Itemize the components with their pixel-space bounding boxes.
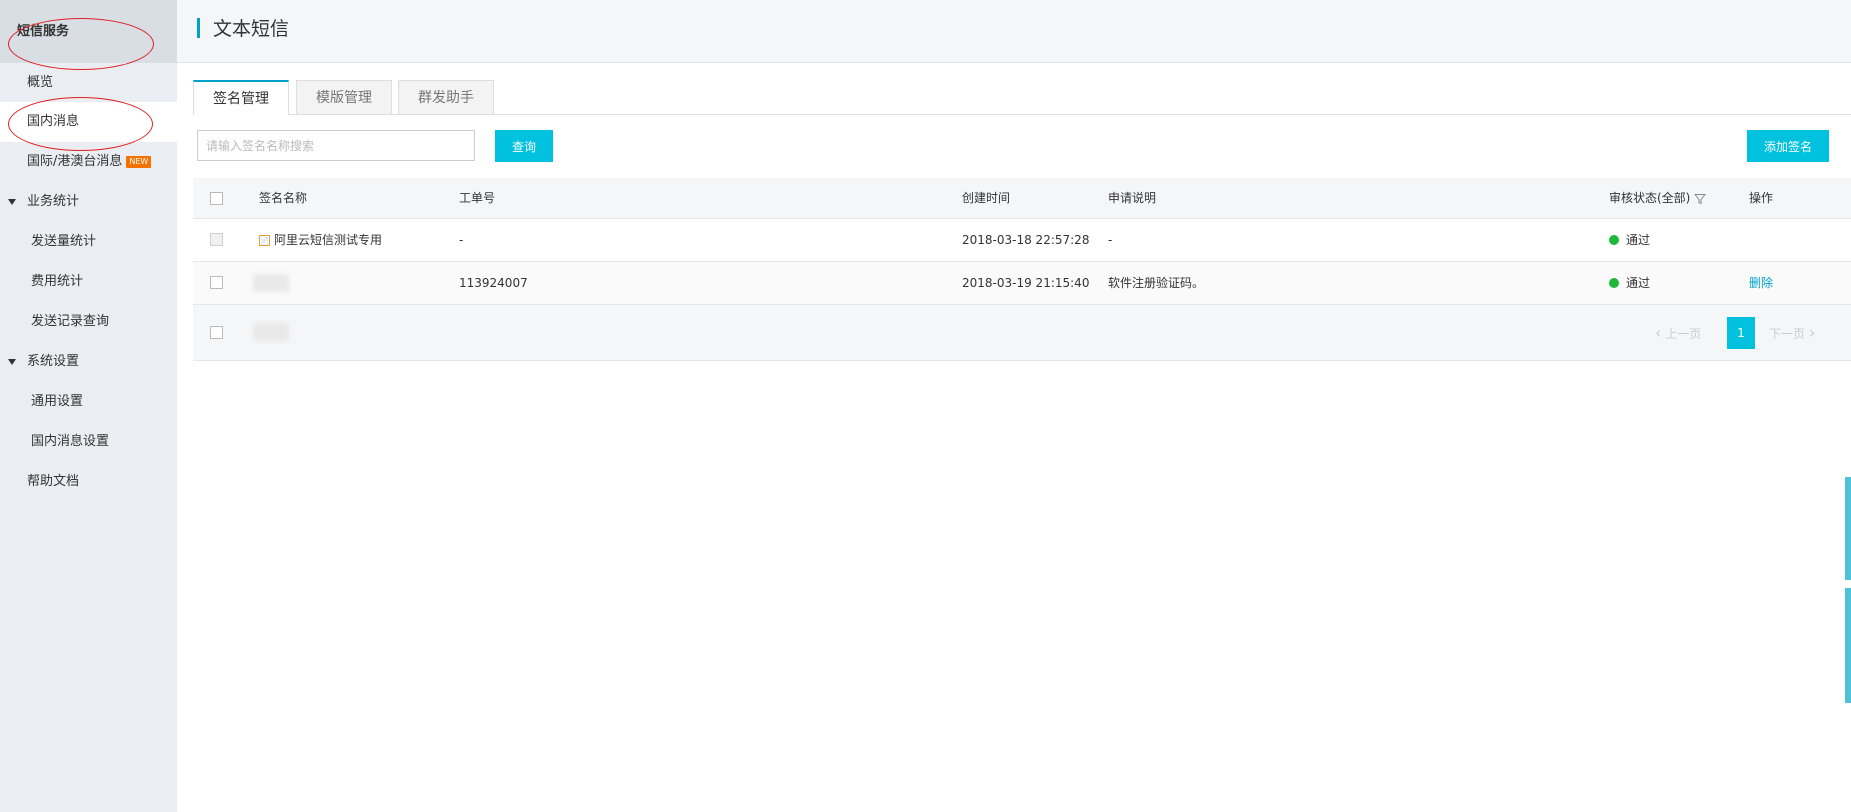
redacted-footer-content (253, 323, 289, 341)
sidebar-item-domestic-messages[interactable]: 国内消息 (0, 102, 177, 142)
caret-down-icon (8, 199, 16, 205)
sidebar-item-cost-stats[interactable]: 费用统计 (0, 262, 177, 302)
filter-icon[interactable] (1694, 193, 1707, 205)
tab-bulk-assistant[interactable]: 群发助手 (398, 80, 494, 114)
sidebar-item-send-records[interactable]: 发送记录查询 (0, 302, 177, 342)
query-button[interactable]: 查询 (495, 130, 553, 162)
sidebar-item-text: 国际/港澳台消息 (27, 154, 123, 169)
delete-link[interactable]: 删除 (1749, 262, 1773, 304)
sidebar-item-help-docs[interactable]: 帮助文档 (0, 462, 177, 502)
status-text: 通过 (1626, 233, 1651, 247)
created-cell: 2018-03-19 21:15:40 (962, 276, 1090, 290)
tab-bar: 签名管理 模版管理 群发助手 (193, 80, 1851, 115)
title-accent-bar (197, 18, 200, 38)
new-badge: NEW (126, 155, 152, 168)
page-number-current[interactable]: 1 (1727, 317, 1755, 349)
sidebar-item-label: 发送量统计 (31, 234, 97, 249)
sidebar-header: 短信服务 (0, 0, 177, 63)
signature-icon: 📄 (259, 235, 270, 246)
sidebar-item-label: 系统设置 (27, 354, 80, 369)
sidebar-item-send-volume[interactable]: 发送量统计 (0, 222, 177, 262)
description-cell: 软件注册验证码。 (1108, 276, 1205, 290)
sidebar-item-label: 国内消息设置 (31, 434, 110, 449)
sidebar: 短信服务 概览 国内消息 国际/港澳台消息 NEW 业务统计 发送量统计 费用统计… (0, 0, 177, 812)
next-page-label: 下一页 (1769, 327, 1806, 341)
sidebar-item-label: 国际/港澳台消息 NEW (27, 142, 152, 182)
footer-select-all-checkbox[interactable] (210, 326, 223, 339)
signature-name-cell: 📄 阿里云短信测试专用 (259, 219, 382, 261)
floating-side-widget[interactable] (1845, 477, 1851, 580)
caret-down-icon (8, 359, 16, 365)
column-header-name: 签名名称 (259, 191, 308, 205)
signature-search-input[interactable] (197, 130, 475, 161)
column-header-description: 申请说明 (1108, 191, 1157, 205)
floating-side-widget[interactable] (1845, 588, 1851, 703)
sidebar-title: 短信服务 (17, 24, 70, 39)
page-header: 文本短信 (177, 0, 1851, 63)
sidebar-group-business-stats[interactable]: 业务统计 (0, 182, 177, 222)
ticket-cell: - (459, 233, 464, 247)
tab-signature-management[interactable]: 签名管理 (193, 80, 289, 115)
status-cell: 通过 (1609, 219, 1650, 261)
status-header-label: 审核状态(全部) (1609, 191, 1691, 205)
tab-template-management[interactable]: 模版管理 (296, 80, 392, 114)
page-title: 文本短信 (213, 18, 290, 40)
sidebar-item-overview[interactable]: 概览 (0, 63, 177, 103)
signature-table: 签名名称 工单号 创建时间 申请说明 审核状态(全部) 操作 📄 阿里云短信测试专… (193, 178, 1851, 361)
prev-page-label: 上一页 (1665, 327, 1702, 341)
column-header-status[interactable]: 审核状态(全部) (1609, 178, 1707, 219)
select-all-checkbox[interactable] (210, 192, 223, 205)
sidebar-item-domestic-settings[interactable]: 国内消息设置 (0, 422, 177, 462)
sidebar-item-label: 帮助文档 (27, 474, 80, 489)
status-ok-icon (1609, 234, 1619, 245)
redacted-signature-name (253, 274, 289, 292)
sidebar-item-label: 发送记录查询 (31, 314, 110, 329)
prev-page-button[interactable]: ‹ 上一页 (1655, 317, 1701, 349)
column-header-created: 创建时间 (962, 191, 1011, 205)
created-cell: 2018-03-18 22:57:28 (962, 233, 1090, 247)
table-header: 签名名称 工单号 创建时间 申请说明 审核状态(全部) 操作 (193, 178, 1851, 219)
sidebar-item-label: 业务统计 (27, 194, 80, 209)
column-header-actions: 操作 (1749, 191, 1774, 205)
table-row: 113924007 2018-03-19 21:15:40 软件注册验证码。 通… (193, 262, 1851, 305)
status-cell: 通过 (1609, 262, 1650, 304)
chevron-left-icon: ‹ (1655, 323, 1662, 342)
table-footer: ‹ 上一页 1 下一页 › (193, 305, 1851, 361)
pagination: ‹ 上一页 1 下一页 › (1655, 317, 1835, 349)
status-text: 通过 (1626, 276, 1651, 290)
column-header-ticket: 工单号 (459, 191, 496, 205)
status-ok-icon (1609, 277, 1619, 288)
chevron-right-icon: › (1809, 323, 1816, 342)
row-checkbox[interactable] (210, 233, 223, 246)
next-page-button[interactable]: 下一页 › (1769, 317, 1815, 349)
sidebar-group-system-settings[interactable]: 系统设置 (0, 342, 177, 382)
sidebar-item-international-messages[interactable]: 国际/港澳台消息 NEW (0, 142, 177, 182)
sidebar-item-label: 概览 (27, 75, 54, 90)
sidebar-item-label: 国内消息 (27, 114, 80, 129)
description-cell: - (1108, 233, 1113, 247)
sidebar-item-label: 费用统计 (31, 274, 84, 289)
signature-name: 阿里云短信测试专用 (274, 233, 383, 247)
sidebar-item-general-settings[interactable]: 通用设置 (0, 382, 177, 422)
ticket-cell: 113924007 (459, 276, 528, 290)
table-row: 📄 阿里云短信测试专用 - 2018-03-18 22:57:28 - 通过 (193, 219, 1851, 262)
row-checkbox[interactable] (210, 276, 223, 289)
sidebar-item-label: 通用设置 (31, 394, 84, 409)
add-signature-button[interactable]: 添加签名 (1747, 130, 1829, 162)
